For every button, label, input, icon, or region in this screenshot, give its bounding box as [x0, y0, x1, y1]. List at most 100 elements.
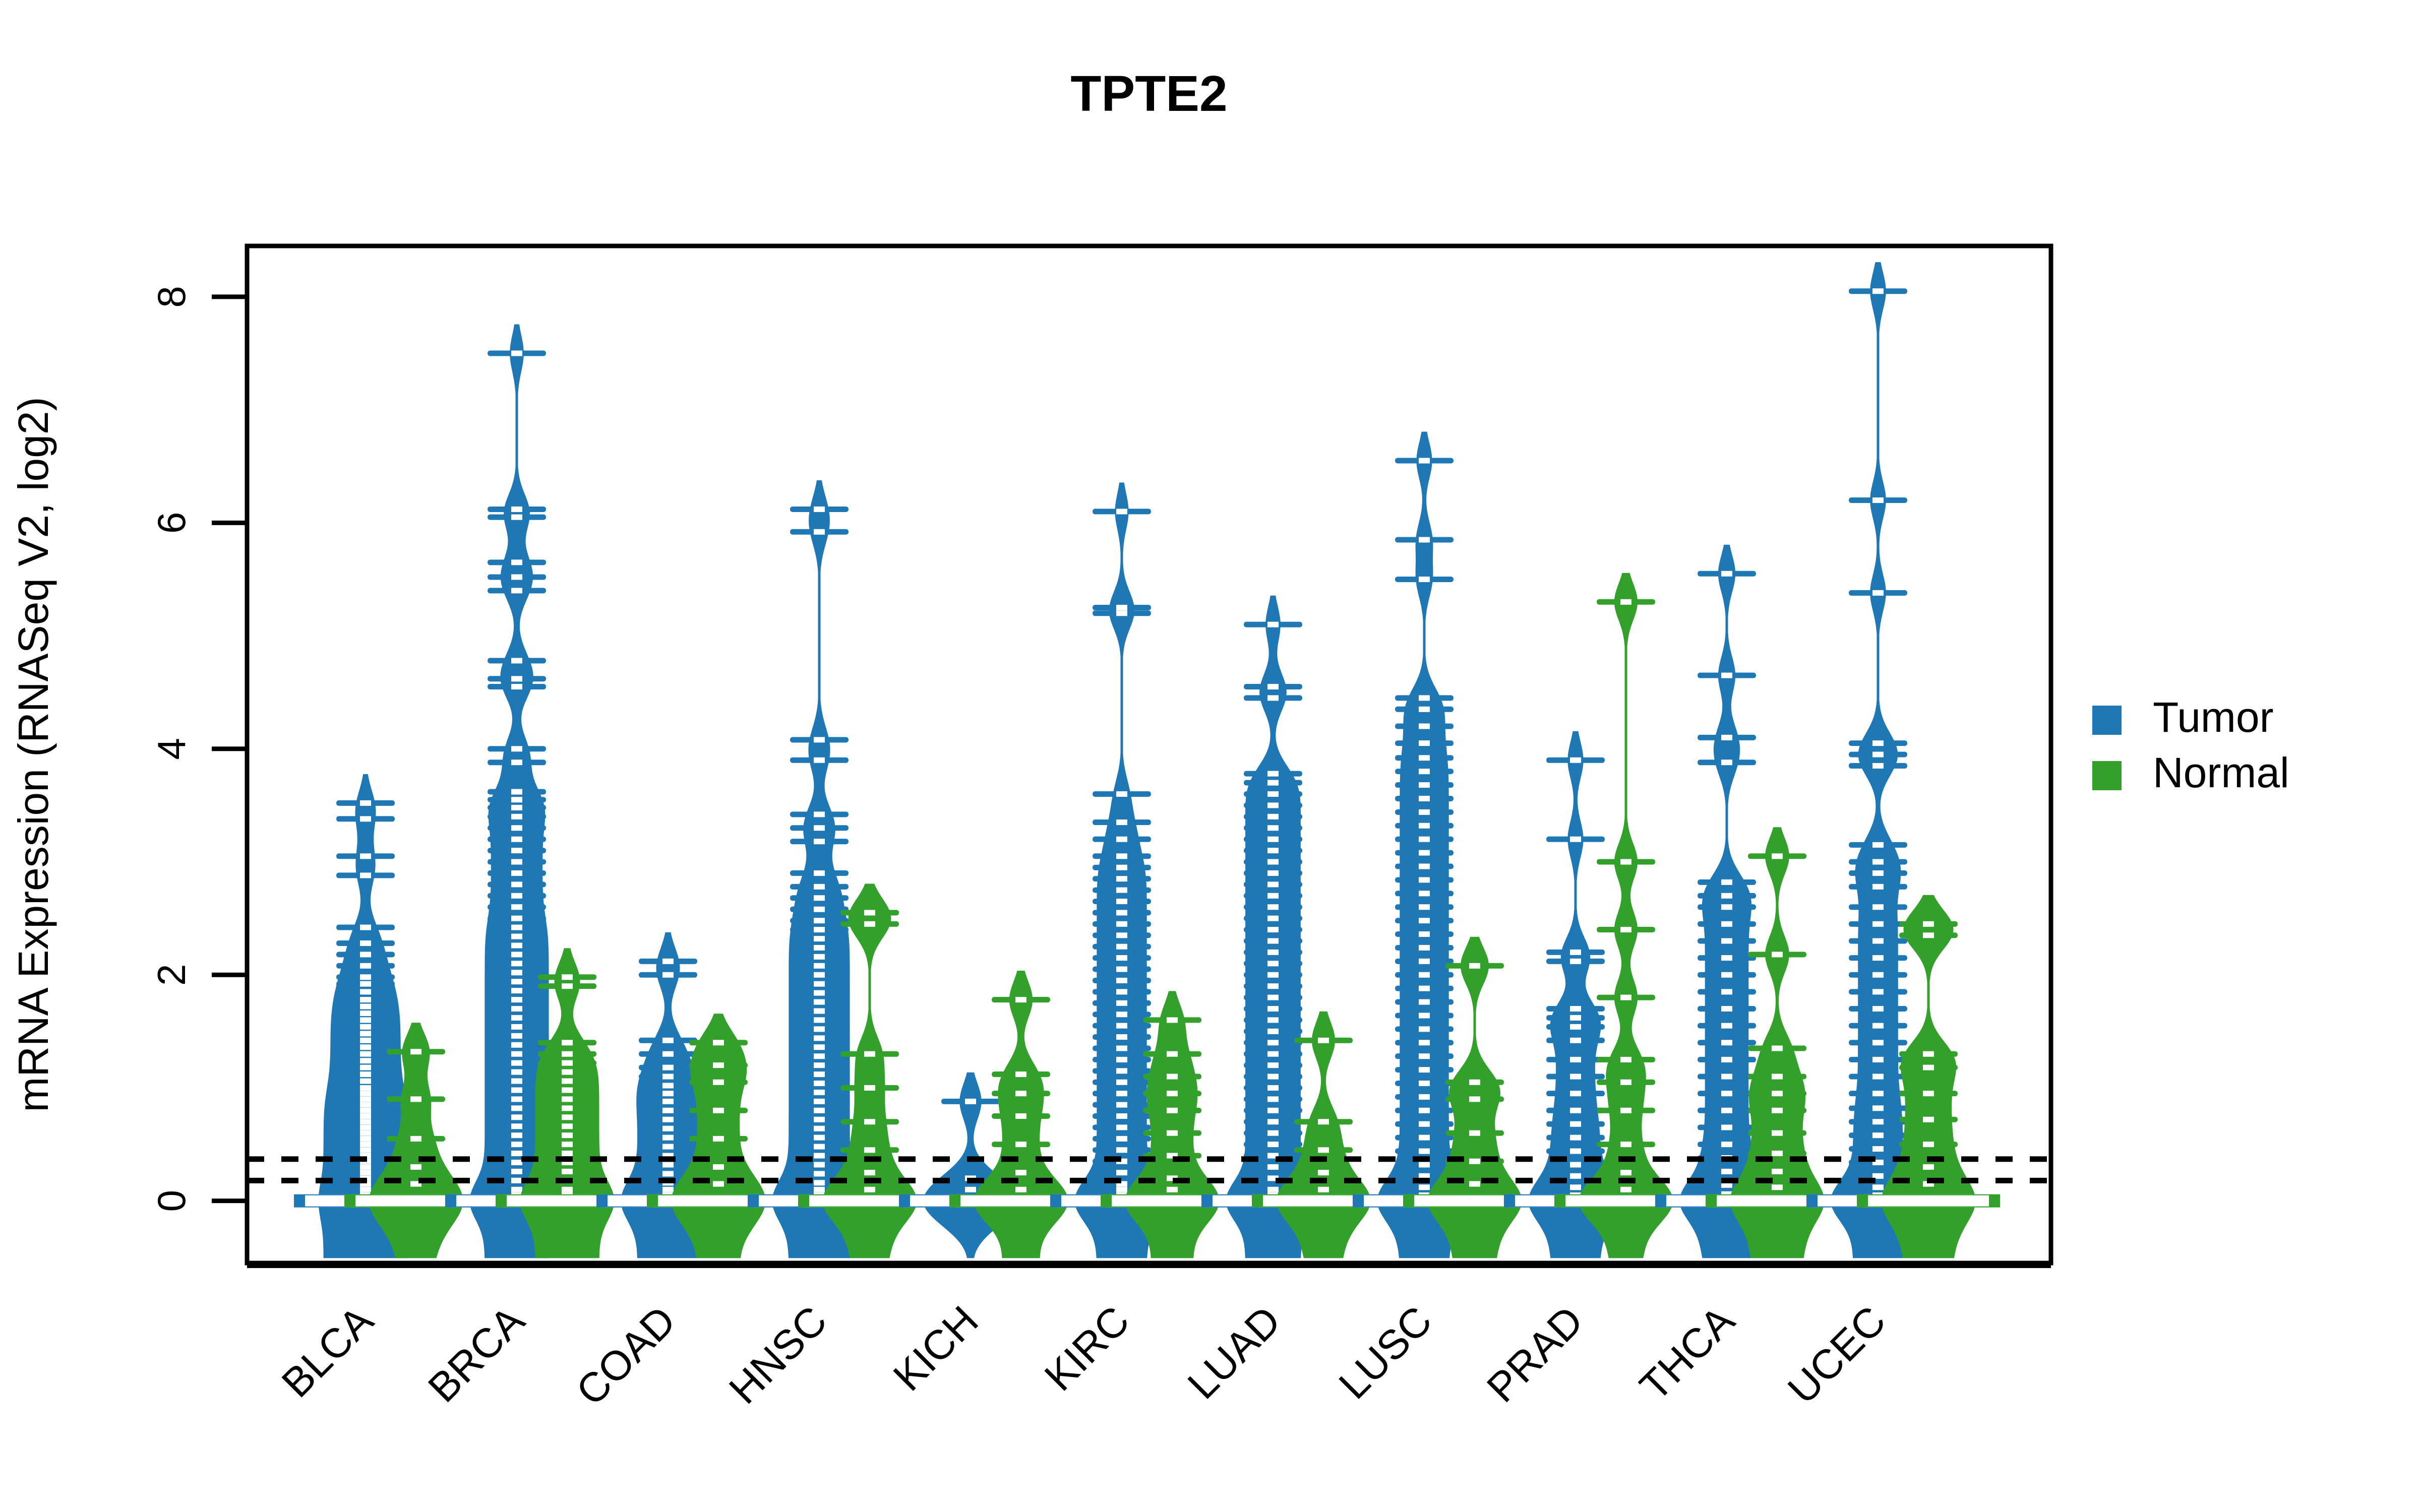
violin-strip-notch	[1267, 780, 1279, 786]
violin-strip-notch	[1318, 1170, 1329, 1176]
violin-strip-notch	[1116, 910, 1127, 916]
violin-strip-notch	[511, 1033, 522, 1039]
violin-strip-notch	[360, 1164, 371, 1170]
violin-strip-notch	[360, 1085, 371, 1091]
violin-strip-notch	[511, 1069, 522, 1075]
violin-strip-notch	[662, 1171, 674, 1177]
chart-legend: Tumor Normal	[2092, 694, 2289, 796]
violin-strip-notch	[360, 1003, 371, 1010]
violin-strip-notch	[360, 1107, 371, 1113]
violin-strip-notch	[1570, 1091, 1581, 1097]
violin-strip-notch	[511, 961, 522, 967]
legend-swatch-normal	[2092, 761, 2122, 790]
violin-strip-notch	[360, 853, 371, 859]
violin-strip-notch	[511, 1096, 522, 1102]
violin-strip-notch	[1116, 1136, 1127, 1142]
violin-strip-notch	[1872, 1023, 1884, 1029]
violin-strip-notch	[1923, 1051, 1934, 1057]
violin-strip-notch	[1872, 1146, 1884, 1152]
violin-strip-notch	[1267, 1051, 1279, 1057]
violin-strip-notch	[562, 1123, 573, 1129]
violin-strip-notch	[814, 884, 825, 890]
violin-strip-notch	[1419, 836, 1430, 842]
violin-strip-notch	[511, 1123, 522, 1129]
violin-strip-notch	[1318, 1119, 1329, 1125]
violin-strip-notch	[1116, 876, 1127, 882]
violin-strip-notch	[1721, 893, 1732, 899]
violin-strip-notch	[814, 963, 825, 969]
violin-strip-notch	[1570, 1148, 1581, 1154]
violin-strip-notch	[1469, 1130, 1480, 1136]
violin-strip-notch	[562, 1060, 573, 1066]
violin-strip-notch	[511, 1151, 522, 1157]
violin-strip-notch	[1419, 1067, 1430, 1073]
violin-strip-notch	[1267, 1130, 1279, 1136]
violin-strip-notch	[1116, 864, 1127, 870]
violin-strip-notch	[662, 1074, 674, 1080]
violin-strip-notch	[814, 506, 825, 512]
violin-strip-notch	[511, 804, 522, 810]
violin-strip-notch	[1419, 863, 1430, 869]
violin-strip-notch	[1419, 891, 1430, 897]
violin-strip-notch	[1015, 1091, 1026, 1097]
violin-strip-notch	[814, 1107, 825, 1113]
violin-strip-notch	[360, 974, 371, 980]
violin-strip-notch	[511, 970, 522, 976]
violin-strip-notch	[1570, 1135, 1581, 1141]
violin-strip-notch	[1923, 1142, 1934, 1148]
violin-strip-notch	[1570, 1006, 1581, 1012]
violin-strip-notch	[511, 952, 522, 958]
violin-strip-notch	[1923, 1064, 1934, 1070]
violin-strip-notch	[1116, 932, 1127, 938]
violin-strip-notch	[814, 944, 825, 951]
violin-strip-notch	[511, 825, 522, 831]
violin-strip-notch	[1620, 994, 1631, 1000]
violin-strip-notch	[511, 1078, 522, 1084]
violin-strip-notch	[1620, 1186, 1631, 1192]
violin-strip-notch	[814, 918, 825, 924]
violin-strip-notch	[814, 1116, 825, 1122]
violin-strip-notch	[1721, 972, 1732, 978]
violin-strip-notch	[1116, 1045, 1127, 1051]
violin-strip-notch	[1267, 961, 1279, 967]
violin-strip-notch	[1721, 1124, 1732, 1130]
violin-strip-notch	[1116, 1186, 1127, 1192]
violin-strip-notch	[814, 1062, 825, 1068]
violin-strip-notch	[1419, 999, 1430, 1005]
violin-strip-notch	[1469, 963, 1480, 969]
chart-page: TPTE2 mRNA Expression (RNASeq V2, log2) …	[0, 0, 2420, 1512]
violin-strip-notch	[410, 1049, 421, 1055]
violin-strip-notch	[1419, 904, 1430, 910]
violin-strip-notch	[1872, 955, 1884, 961]
x-axis-category-label-luad: LUAD	[1179, 1297, 1290, 1408]
violin-strip-notch	[1318, 1147, 1329, 1153]
violin-strip-notch	[1267, 1017, 1279, 1023]
violin-strip-notch	[1872, 1119, 1884, 1125]
violin-strip-notch	[1721, 989, 1732, 995]
violin-strip-notch	[511, 870, 522, 876]
violin-strip-notch	[360, 1072, 371, 1078]
violin-strip-notch	[562, 1168, 573, 1174]
violin-strip-notch	[360, 1124, 371, 1130]
violin-strip-notch	[360, 1170, 371, 1176]
violin-strip-notch	[662, 1116, 674, 1122]
violin-strip-notch	[1872, 842, 1884, 848]
violin-strip-notch	[360, 1017, 371, 1023]
y-axis-tick-label: 2	[149, 964, 194, 986]
y-axis: 0 2 4 6 8	[149, 286, 250, 1212]
violin-strip-notch	[814, 1162, 825, 1168]
violin-strip-notch	[1721, 1040, 1732, 1046]
violin-strip-notch	[814, 757, 825, 763]
violin-strip-notch	[1872, 938, 1884, 944]
violin-strip-notch	[511, 1105, 522, 1111]
x-axis-category-label-lusc: LUSC	[1330, 1297, 1441, 1408]
violin-strip-notch	[1419, 782, 1430, 788]
violin-strip-notch	[1721, 879, 1732, 885]
violin-strip-notch	[814, 1125, 825, 1131]
violin-strip-notch	[1570, 1037, 1581, 1043]
violin-strip-notch	[562, 1186, 573, 1192]
legend-label-normal: Normal	[2153, 749, 2289, 796]
violin-strip-notch	[1721, 938, 1732, 944]
violin-strip-notch	[1267, 1006, 1279, 1012]
violin-strip-notch	[511, 881, 522, 888]
